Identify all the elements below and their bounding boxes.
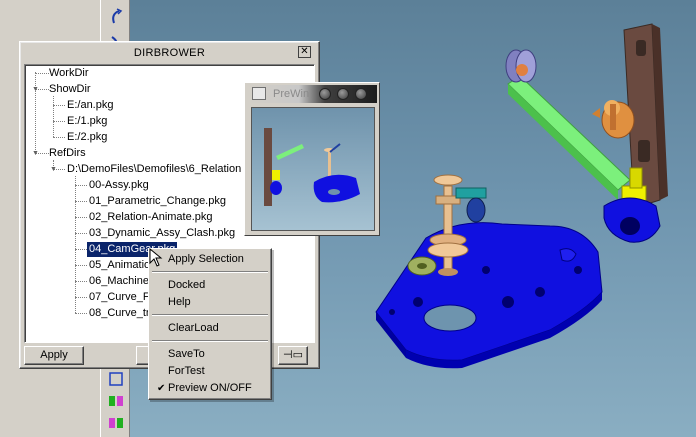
expand-arrow-icon[interactable]: ▼ (31, 149, 40, 158)
tree-line (53, 105, 65, 106)
preview-viewport[interactable] (251, 107, 375, 231)
tree-node-file[interactable]: 00-Assy.pkg (87, 178, 151, 193)
part-color-tool-icon[interactable] (105, 390, 127, 412)
mouse-cursor-icon (149, 248, 163, 267)
prewin-titlebar[interactable]: PreWin (247, 85, 377, 103)
tree-line (35, 72, 36, 152)
context-menu: Apply Selection Docked Help ClearLoad Sa… (148, 248, 272, 400)
part-visibility-tool-icon[interactable] (105, 412, 127, 434)
tree-node-relation-folder[interactable]: D:\DemoFiles\Demofiles\6_Relation (65, 162, 243, 177)
tree-node-workdir[interactable]: WorkDir (47, 66, 91, 81)
menu-item-label: Apply Selection (168, 253, 244, 265)
menu-item-label: ForTest (168, 365, 205, 377)
tree-node-file[interactable]: E:/1.pkg (65, 114, 109, 129)
menu-item-label: Preview ON/OFF (168, 382, 252, 394)
tree-node-file[interactable]: 02_Relation-Animate.pkg (87, 210, 215, 225)
green-gear-part (407, 256, 437, 276)
frame-tool-icon[interactable] (105, 368, 127, 390)
tree-node-file[interactable]: E:/an.pkg (65, 98, 115, 113)
blue-base-plate-part (375, 222, 603, 369)
blue-cam-part (455, 187, 487, 223)
tree-node-refdirs[interactable]: RefDirs (47, 146, 88, 161)
tree-line (75, 297, 87, 298)
prewin-title: PreWin (273, 88, 310, 100)
window-icon (252, 87, 266, 100)
orange-gear-part (592, 100, 635, 139)
tree-line (75, 265, 87, 266)
dirbrower-title: DIRBROWER (133, 47, 206, 59)
menu-item-label: ClearLoad (168, 322, 219, 334)
menu-item-label: Help (168, 296, 191, 308)
tree-node-file[interactable]: 08_Curve_tr (87, 306, 152, 321)
tree-line (75, 281, 87, 282)
tree-node-file[interactable]: E:/2.pkg (65, 130, 109, 145)
tree-line (75, 201, 87, 202)
menu-item-label: Docked (168, 279, 206, 291)
preview-scene (264, 128, 360, 206)
prewin-window: PreWin (244, 82, 380, 236)
menu-separator (152, 314, 268, 316)
green-rack-part (507, 75, 631, 200)
menu-item-docked[interactable]: Docked (151, 277, 269, 294)
rotate-tool-icon[interactable] (105, 6, 127, 28)
purple-gear-part (505, 49, 537, 83)
menu-separator (152, 271, 268, 273)
tree-line (75, 249, 87, 250)
menu-item-clearload[interactable]: ClearLoad (151, 320, 269, 337)
tree-line (75, 233, 87, 234)
menu-item-preview-toggle[interactable]: ✔ Preview ON/OFF (151, 380, 269, 397)
menu-item-fortest[interactable]: ForTest (151, 363, 269, 380)
tree-node-showdir[interactable]: ShowDir (47, 82, 93, 97)
apply-button[interactable]: Apply (24, 346, 84, 365)
close-icon[interactable] (355, 88, 367, 100)
pin-icon: ⊣▭ (283, 349, 303, 361)
checkmark-icon: ✔ (157, 383, 166, 394)
expand-arrow-icon[interactable]: ▼ (31, 85, 40, 94)
menu-item-help[interactable]: Help (151, 294, 269, 311)
tree-line (75, 176, 76, 313)
tree-line (75, 313, 87, 314)
menu-item-label: SaveTo (168, 348, 205, 360)
tree-line (53, 96, 54, 137)
expand-arrow-icon[interactable]: ▼ (49, 165, 58, 174)
tree-node-file[interactable]: 03_Dynamic_Assy_Clash.pkg (87, 226, 237, 241)
tree-line (53, 121, 65, 122)
tree-line (75, 185, 87, 186)
minimize-icon[interactable] (319, 88, 331, 100)
menu-item-apply-selection[interactable]: Apply Selection (151, 251, 269, 268)
pin-button[interactable]: ⊣▭ (278, 346, 308, 365)
close-icon[interactable]: ✕ (298, 46, 311, 58)
tree-line (53, 137, 65, 138)
menu-separator (152, 340, 268, 342)
menu-item-saveto[interactable]: SaveTo (151, 346, 269, 363)
tree-line (75, 217, 87, 218)
tree-node-file[interactable]: 01_Parametric_Change.pkg (87, 194, 228, 209)
tree-node-file[interactable]: 06_Machine_ (87, 274, 157, 289)
maximize-icon[interactable] (337, 88, 349, 100)
